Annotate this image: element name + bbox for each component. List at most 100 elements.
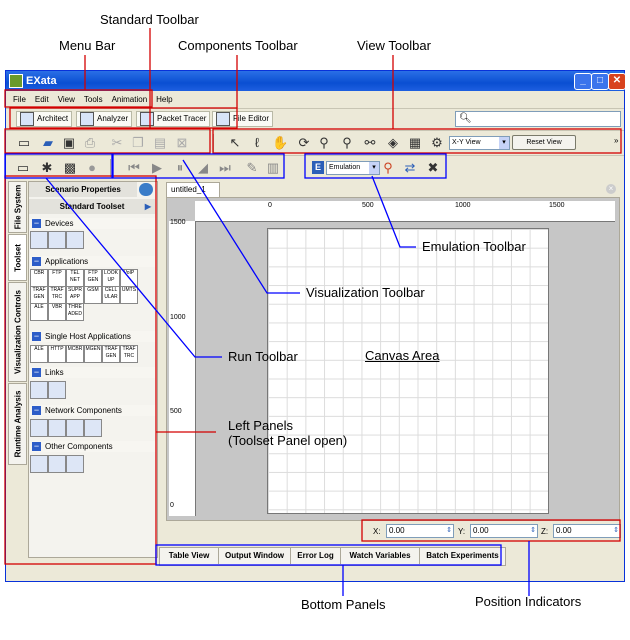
- link-icon[interactable]: ⚯: [362, 135, 378, 151]
- delete-icon[interactable]: ⊠: [174, 135, 190, 151]
- close-button[interactable]: ✕: [608, 73, 626, 90]
- toolset-item[interactable]: GSM: [84, 286, 102, 304]
- close-canvas-icon[interactable]: ×: [606, 184, 616, 194]
- toolset-item[interactable]: [66, 455, 84, 473]
- select-pointer-icon[interactable]: ↖: [227, 135, 243, 151]
- view-select[interactable]: X-Y View ▾: [449, 136, 510, 150]
- toolset-item[interactable]: LOOK UP: [102, 269, 120, 287]
- section-network-components[interactable]: − Network Components: [30, 405, 156, 416]
- tab-watch-variables[interactable]: Watch Variables: [341, 548, 420, 564]
- rotate-icon[interactable]: ⟳: [296, 135, 312, 151]
- menu-edit[interactable]: Edit: [35, 95, 49, 104]
- z-field[interactable]: 0.00 ⇕: [553, 524, 621, 538]
- zoom-area-icon[interactable]: ⚲: [339, 135, 355, 151]
- toolset-item[interactable]: TEL NET: [66, 269, 84, 287]
- tab-toolset[interactable]: Toolset: [8, 234, 27, 281]
- toolset-item[interactable]: [66, 419, 84, 437]
- toolset-item[interactable]: VBR: [48, 303, 66, 321]
- edit-icon[interactable]: ✎: [244, 160, 260, 176]
- packet-tracer-button[interactable]: Packet Tracer: [136, 111, 211, 127]
- zoom-icon[interactable]: ⚲: [316, 135, 332, 151]
- spinner-icon[interactable]: ⇕: [530, 525, 536, 537]
- overflow-chevron-icon[interactable]: »: [614, 136, 618, 145]
- tab-runtime-analysis[interactable]: Runtime Analysis: [8, 383, 27, 465]
- toolset-item[interactable]: TRAF TRC: [48, 286, 66, 304]
- tab-batch-experiments[interactable]: Batch Experiments: [420, 548, 505, 564]
- toolset-item[interactable]: MCBR: [66, 345, 84, 363]
- tab-output-window[interactable]: Output Window: [219, 548, 291, 564]
- emulation-arrows-icon[interactable]: ⇄: [402, 160, 418, 176]
- toolset-item[interactable]: HTTP: [48, 345, 66, 363]
- toolset-item[interactable]: ALE: [30, 345, 48, 363]
- toolset-item[interactable]: [48, 231, 66, 249]
- scenario-properties-icon[interactable]: [139, 183, 153, 196]
- save-icon[interactable]: ▣: [61, 135, 77, 151]
- menu-file[interactable]: File: [13, 95, 26, 104]
- emulation-tools-icon[interactable]: ✖: [425, 160, 441, 176]
- pan-hand-icon[interactable]: ✋: [272, 135, 288, 151]
- run-settings-icon[interactable]: ✱: [39, 160, 55, 176]
- tab-table-view[interactable]: Table View: [160, 548, 219, 564]
- toolset-item[interactable]: SUPR APP: [66, 286, 84, 304]
- toolset-item[interactable]: [48, 419, 66, 437]
- x-field[interactable]: 0.00 ⇕: [386, 524, 454, 538]
- tab-visualization-controls[interactable]: Visualization Controls: [8, 282, 27, 382]
- toolset-item[interactable]: [30, 419, 48, 437]
- copy-icon[interactable]: ❐: [130, 135, 146, 151]
- spinner-icon[interactable]: ⇕: [613, 525, 619, 537]
- tab-error-log[interactable]: Error Log: [291, 548, 341, 564]
- toolset-item[interactable]: TRAF GEN: [102, 345, 120, 363]
- toolset-item[interactable]: MGEN: [84, 345, 102, 363]
- toolset-item[interactable]: [66, 231, 84, 249]
- architect-button[interactable]: Architect: [16, 111, 73, 127]
- skip-back-icon[interactable]: ⏮: [126, 160, 142, 176]
- reset-view-button[interactable]: Reset View: [512, 135, 576, 150]
- chart-icon[interactable]: ▥: [265, 160, 281, 176]
- maximize-button[interactable]: □: [591, 73, 609, 90]
- toolset-item[interactable]: ALE: [30, 303, 48, 321]
- run-setup-icon[interactable]: ▭: [15, 160, 31, 176]
- emulation-magnify-icon[interactable]: ⚲: [380, 160, 396, 176]
- toolset-item[interactable]: THRE ADED: [66, 303, 84, 321]
- play-icon[interactable]: ▶: [149, 160, 165, 176]
- toolset-item[interactable]: TRAF TRC: [120, 345, 138, 363]
- record-icon[interactable]: ●: [84, 160, 100, 176]
- section-single-host-apps[interactable]: − Single Host Applications: [30, 331, 156, 342]
- emulation-select[interactable]: Emulation ▾: [326, 161, 380, 175]
- section-applications[interactable]: − Applications: [30, 256, 156, 267]
- toolset-item[interactable]: FTP GEN: [84, 269, 102, 287]
- file-editor-button[interactable]: File Editor: [212, 111, 274, 127]
- lasso-icon[interactable]: ℓ: [249, 135, 265, 151]
- open-icon[interactable]: ▰: [40, 135, 56, 151]
- step-icon[interactable]: ◢: [195, 160, 211, 176]
- toolset-item[interactable]: CBR: [30, 269, 48, 287]
- toolset-item[interactable]: TRAF GEN: [30, 286, 48, 304]
- section-other-components[interactable]: − Other Components: [30, 441, 156, 452]
- new-icon[interactable]: ▭: [16, 135, 32, 151]
- menu-help[interactable]: Help: [156, 95, 172, 104]
- scenario-properties-header[interactable]: Scenario Properties: [29, 182, 137, 197]
- grid-icon[interactable]: ▦: [407, 135, 423, 151]
- search-field[interactable]: 🔍︎: [455, 111, 621, 127]
- toolset-item[interactable]: [48, 455, 66, 473]
- y-field[interactable]: 0.00 ⇕: [470, 524, 538, 538]
- menu-tools[interactable]: Tools: [84, 95, 103, 104]
- toolset-item[interactable]: [30, 381, 48, 399]
- tab-file-system[interactable]: File System: [8, 181, 27, 233]
- spinner-icon[interactable]: ⇕: [446, 525, 452, 537]
- minimize-button[interactable]: _: [574, 73, 592, 90]
- cut-icon[interactable]: ✂: [109, 135, 125, 151]
- standard-toolset-header[interactable]: Standard Toolset ▶: [29, 199, 155, 214]
- print-icon[interactable]: ⎙: [82, 135, 98, 151]
- toolset-item[interactable]: [30, 455, 48, 473]
- section-links[interactable]: − Links: [30, 367, 156, 378]
- analyzer-button[interactable]: Analyzer: [76, 111, 133, 127]
- layer-icon[interactable]: ◈: [385, 135, 401, 151]
- toolset-item[interactable]: [30, 231, 48, 249]
- settings-icon[interactable]: ⚙: [429, 135, 445, 151]
- pause-icon[interactable]: ⏸: [172, 160, 188, 176]
- toolset-item[interactable]: [84, 419, 102, 437]
- canvas-tab[interactable]: untitled_1: [166, 182, 220, 197]
- toolset-item[interactable]: VoIP: [120, 269, 138, 287]
- skip-forward-icon[interactable]: ⏭: [217, 160, 233, 176]
